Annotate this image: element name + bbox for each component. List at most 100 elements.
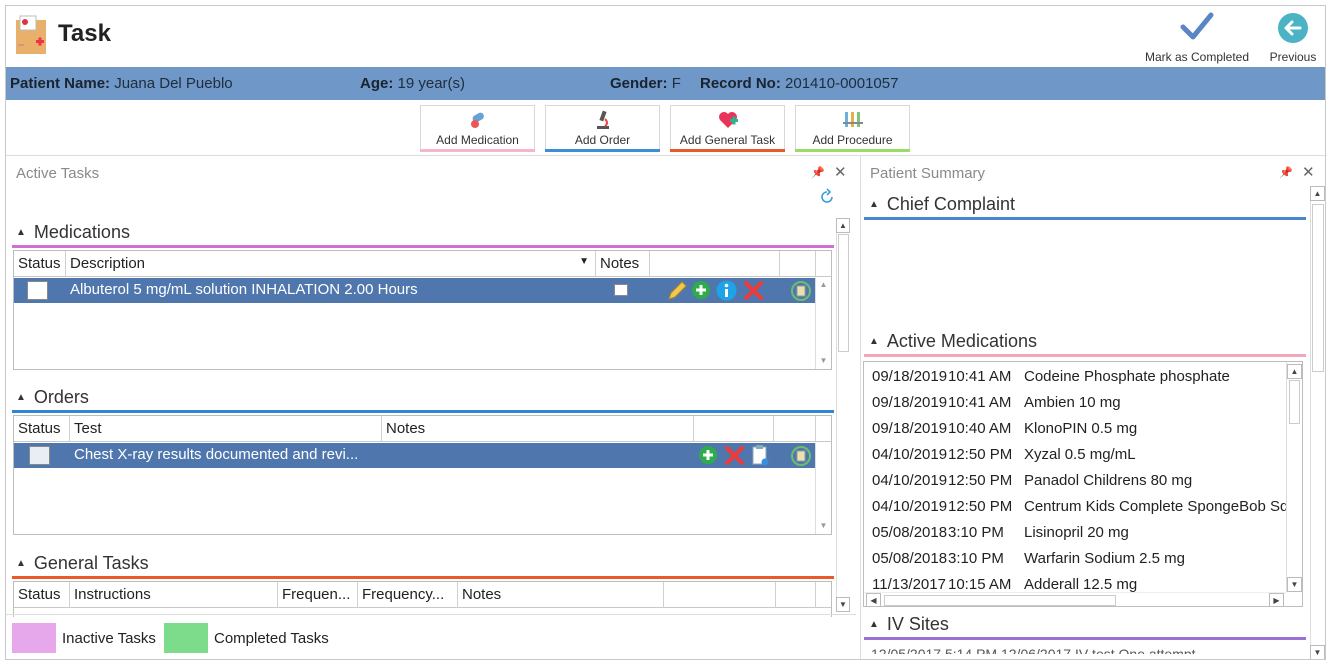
add-general-task-button[interactable]: Add General Task [670,105,785,152]
col-actions [694,416,774,442]
scroll-thumb[interactable] [1312,204,1324,372]
patient-record: Record No: 201410-0001057 [700,75,899,92]
medication-time: 12:50 PM [948,498,1013,515]
medication-time: 12:50 PM [948,472,1013,489]
scroll-thumb[interactable] [1289,380,1300,424]
medication-time: 3:10 PM [948,524,1004,541]
col-status[interactable]: Status [14,582,70,608]
close-icon[interactable]: ✕ [1302,163,1315,181]
add-procedure-label: Add Procedure [812,133,893,147]
status-checkbox[interactable] [27,281,48,300]
medication-date: 04/10/2019 [872,498,948,515]
orders-grid: Status Test Notes Chest X-ray results do… [13,415,832,535]
iv-sites-divider [864,637,1306,640]
plus-icon[interactable] [691,280,711,300]
add-medication-button[interactable]: Add Medication [420,105,535,152]
medlist-hscroll[interactable]: ◀ ▶ [864,592,1286,606]
clipboard-icon[interactable] [751,444,769,466]
col-extra [780,251,816,277]
col-frequency[interactable]: Frequen... [278,582,358,608]
pin-icon[interactable]: 📌 [1279,166,1293,179]
medication-name: Codeine Phosphate [1024,368,1156,385]
col-notes[interactable]: Notes [382,416,694,442]
task-window: Task Mark as Completed Previous Patient … [5,5,1326,660]
col-status[interactable]: Status [14,251,66,277]
medication-time: 10:41 AM [948,394,1012,411]
active-tasks-title: Active Tasks [16,165,100,182]
table-row[interactable]: Chest X-ray results documented and revi.… [14,443,815,468]
plus-icon[interactable] [698,445,718,465]
status-checkbox[interactable] [29,446,50,465]
add-medication-label: Add Medication [436,133,519,147]
patient-info-bar: Patient Name: Juana Del Pueblo Age: 19 y… [6,67,1325,100]
scroll-thumb[interactable] [838,234,849,352]
orders-divider [12,410,834,413]
iv-site-row: 12/05/2017 5:14 PM 12/06/2017 IV test On… [871,646,1196,654]
col-status[interactable]: Status [14,416,70,442]
mark-completed-button[interactable]: Mark as Completed [1142,10,1252,66]
dropdown-arrow-icon[interactable]: ▼ [579,256,589,267]
clipboard-icon[interactable] [791,281,811,301]
pencil-icon[interactable] [666,280,688,302]
previous-label: Previous [1269,50,1317,64]
task-legend: Inactive Tasks Completed Tasks [6,614,856,659]
add-toolbar: Add Medication Add Order Add General Tas… [6,101,1325,156]
medication-date: 05/08/2018 [872,550,948,567]
medications-grid-header: Status Description ▼ Notes [14,251,831,277]
col-description[interactable]: Description ▼ [66,251,596,277]
add-general-task-underline [670,149,785,152]
delete-icon[interactable] [743,280,764,301]
general-tasks-grid: Status Instructions Frequen... Frequency… [13,581,832,617]
refresh-icon[interactable] [818,188,836,206]
clipboard-icon[interactable] [791,446,811,466]
medication-date: 09/18/2019 [872,420,948,437]
general-tasks-section-header[interactable]: ▲ General Tasks [16,553,149,574]
table-row[interactable]: Albuterol 5 mg/mL solution INHALATION 2.… [14,278,815,303]
orders-section-header[interactable]: ▲ Orders [16,387,89,408]
medication-name: Warfarin Sodium [1024,550,1136,567]
medication-name: Adderall [1024,576,1080,593]
medlist-vscroll[interactable]: ▲ ▼ [1286,362,1302,592]
col-actions [664,582,776,608]
orders-scrollbar[interactable]: ▼ [815,443,831,534]
medication-dose: 80 mg [1150,472,1193,489]
add-order-button[interactable]: Add Order [545,105,660,152]
medication-date: 05/08/2018 [872,524,948,541]
delete-icon[interactable] [724,445,745,466]
info-icon[interactable] [716,280,737,301]
medication-dose: 10 mg [1078,394,1121,411]
add-order-label: Add Order [574,133,631,147]
checkmark-icon [1180,12,1214,40]
col-notes[interactable]: Notes [596,251,650,277]
patient-summary-scrollbar[interactable]: ▲ ▼ [1310,186,1325,659]
iv-sites-header[interactable]: ▲ IV Sites [869,614,949,635]
col-notes[interactable]: Notes [458,582,664,608]
col-test[interactable]: Test [70,416,382,442]
task-app-icon [16,15,46,54]
active-tasks-scrollbar[interactable]: ▲ ▼ [836,218,850,612]
medication-time: 12:50 PM [948,446,1013,463]
active-medications-header[interactable]: ▲ Active Medications [869,331,1037,352]
active-tasks-panel: Active Tasks 📌 ✕ ▲ Medications Status Des… [6,156,858,617]
medication-date: 11/13/2017 [872,576,946,593]
medications-section-header[interactable]: ▲ Medications [16,222,130,243]
col-extra [776,582,816,608]
close-icon[interactable]: ✕ [834,163,847,181]
medication-description: Albuterol 5 mg/mL solution INHALATION 2.… [70,281,418,298]
medication-dose: 2.5 mg [1139,550,1186,567]
add-procedure-button[interactable]: Add Procedure [795,105,910,152]
chief-complaint-header[interactable]: ▲ Chief Complaint [869,194,1015,215]
add-medication-underline [420,149,535,152]
previous-button[interactable]: Previous [1264,10,1322,66]
col-frequency-2[interactable]: Frequency... [358,582,458,608]
col-instructions[interactable]: Instructions [70,582,278,608]
medication-date: 04/10/2019 [872,446,948,463]
medications-scrollbar[interactable]: ▲ ▼ [815,278,831,369]
medication-name: Panadol Childrens [1024,472,1147,489]
inactive-label: Inactive Tasks [62,630,156,647]
general-tasks-grid-header: Status Instructions Frequen... Frequency… [14,582,831,608]
note-icon[interactable] [614,284,628,296]
pin-icon[interactable]: 📌 [811,166,825,179]
scroll-thumb[interactable] [884,595,1116,606]
medication-dose: 0.5 mg/mL [1064,446,1136,463]
